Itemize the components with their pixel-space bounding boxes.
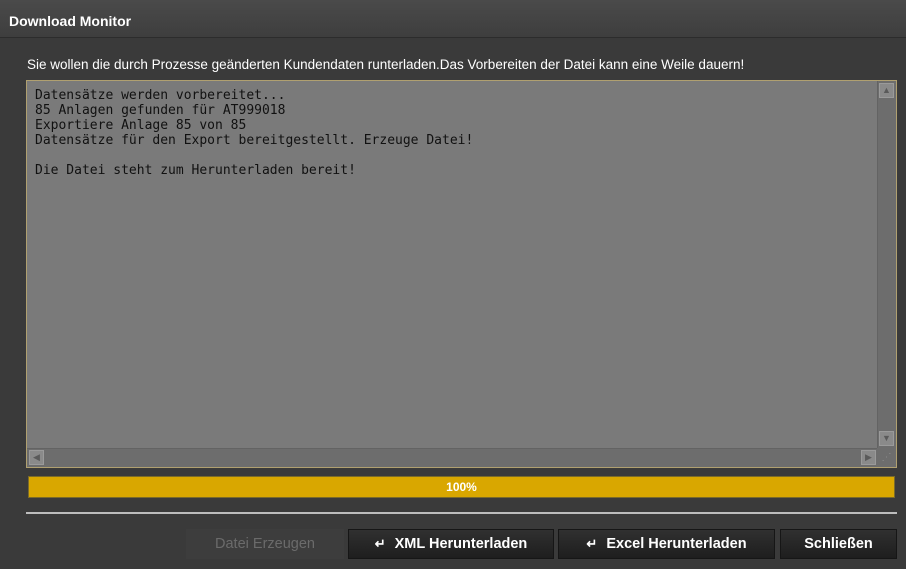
xml-download-button[interactable]: ↵ XML Herunterladen — [348, 529, 554, 559]
scroll-up-icon[interactable]: ▲ — [879, 83, 894, 98]
title-bar[interactable]: Download Monitor — [0, 0, 906, 38]
scroll-left-icon[interactable]: ◀ — [29, 450, 44, 465]
horizontal-scrollbar[interactable]: ◀ ▶ — [27, 448, 878, 467]
excel-download-button[interactable]: ↵ Excel Herunterladen — [558, 529, 775, 559]
close-label: Schließen — [804, 536, 873, 552]
log-text: Datensätze werden vorbereitet... 85 Anla… — [35, 88, 474, 178]
return-arrow-icon: ↵ — [586, 536, 598, 551]
create-file-button[interactable]: Datei Erzeugen — [186, 529, 344, 559]
excel-download-label: Excel Herunterladen — [606, 536, 747, 552]
info-message: Sie wollen die durch Prozesse geänderten… — [27, 57, 745, 72]
xml-download-label: XML Herunterladen — [394, 536, 528, 552]
progress-label: 100% — [446, 480, 477, 494]
resize-grip-icon[interactable]: ⋰ — [877, 448, 896, 467]
vertical-scrollbar[interactable]: ▲ ▼ — [877, 81, 896, 448]
dialog-title: Download Monitor — [9, 13, 132, 29]
close-button[interactable]: Schließen — [780, 529, 897, 559]
log-output-area[interactable]: Datensätze werden vorbereitet... 85 Anla… — [26, 80, 897, 468]
return-arrow-icon: ↵ — [374, 536, 386, 551]
download-monitor-dialog: Download Monitor Sie wollen die durch Pr… — [0, 0, 906, 569]
scroll-down-icon[interactable]: ▼ — [879, 431, 894, 446]
create-file-label: Datei Erzeugen — [215, 536, 315, 552]
scroll-right-icon[interactable]: ▶ — [861, 450, 876, 465]
progress-bar: 100% — [28, 476, 895, 498]
divider — [26, 512, 897, 514]
